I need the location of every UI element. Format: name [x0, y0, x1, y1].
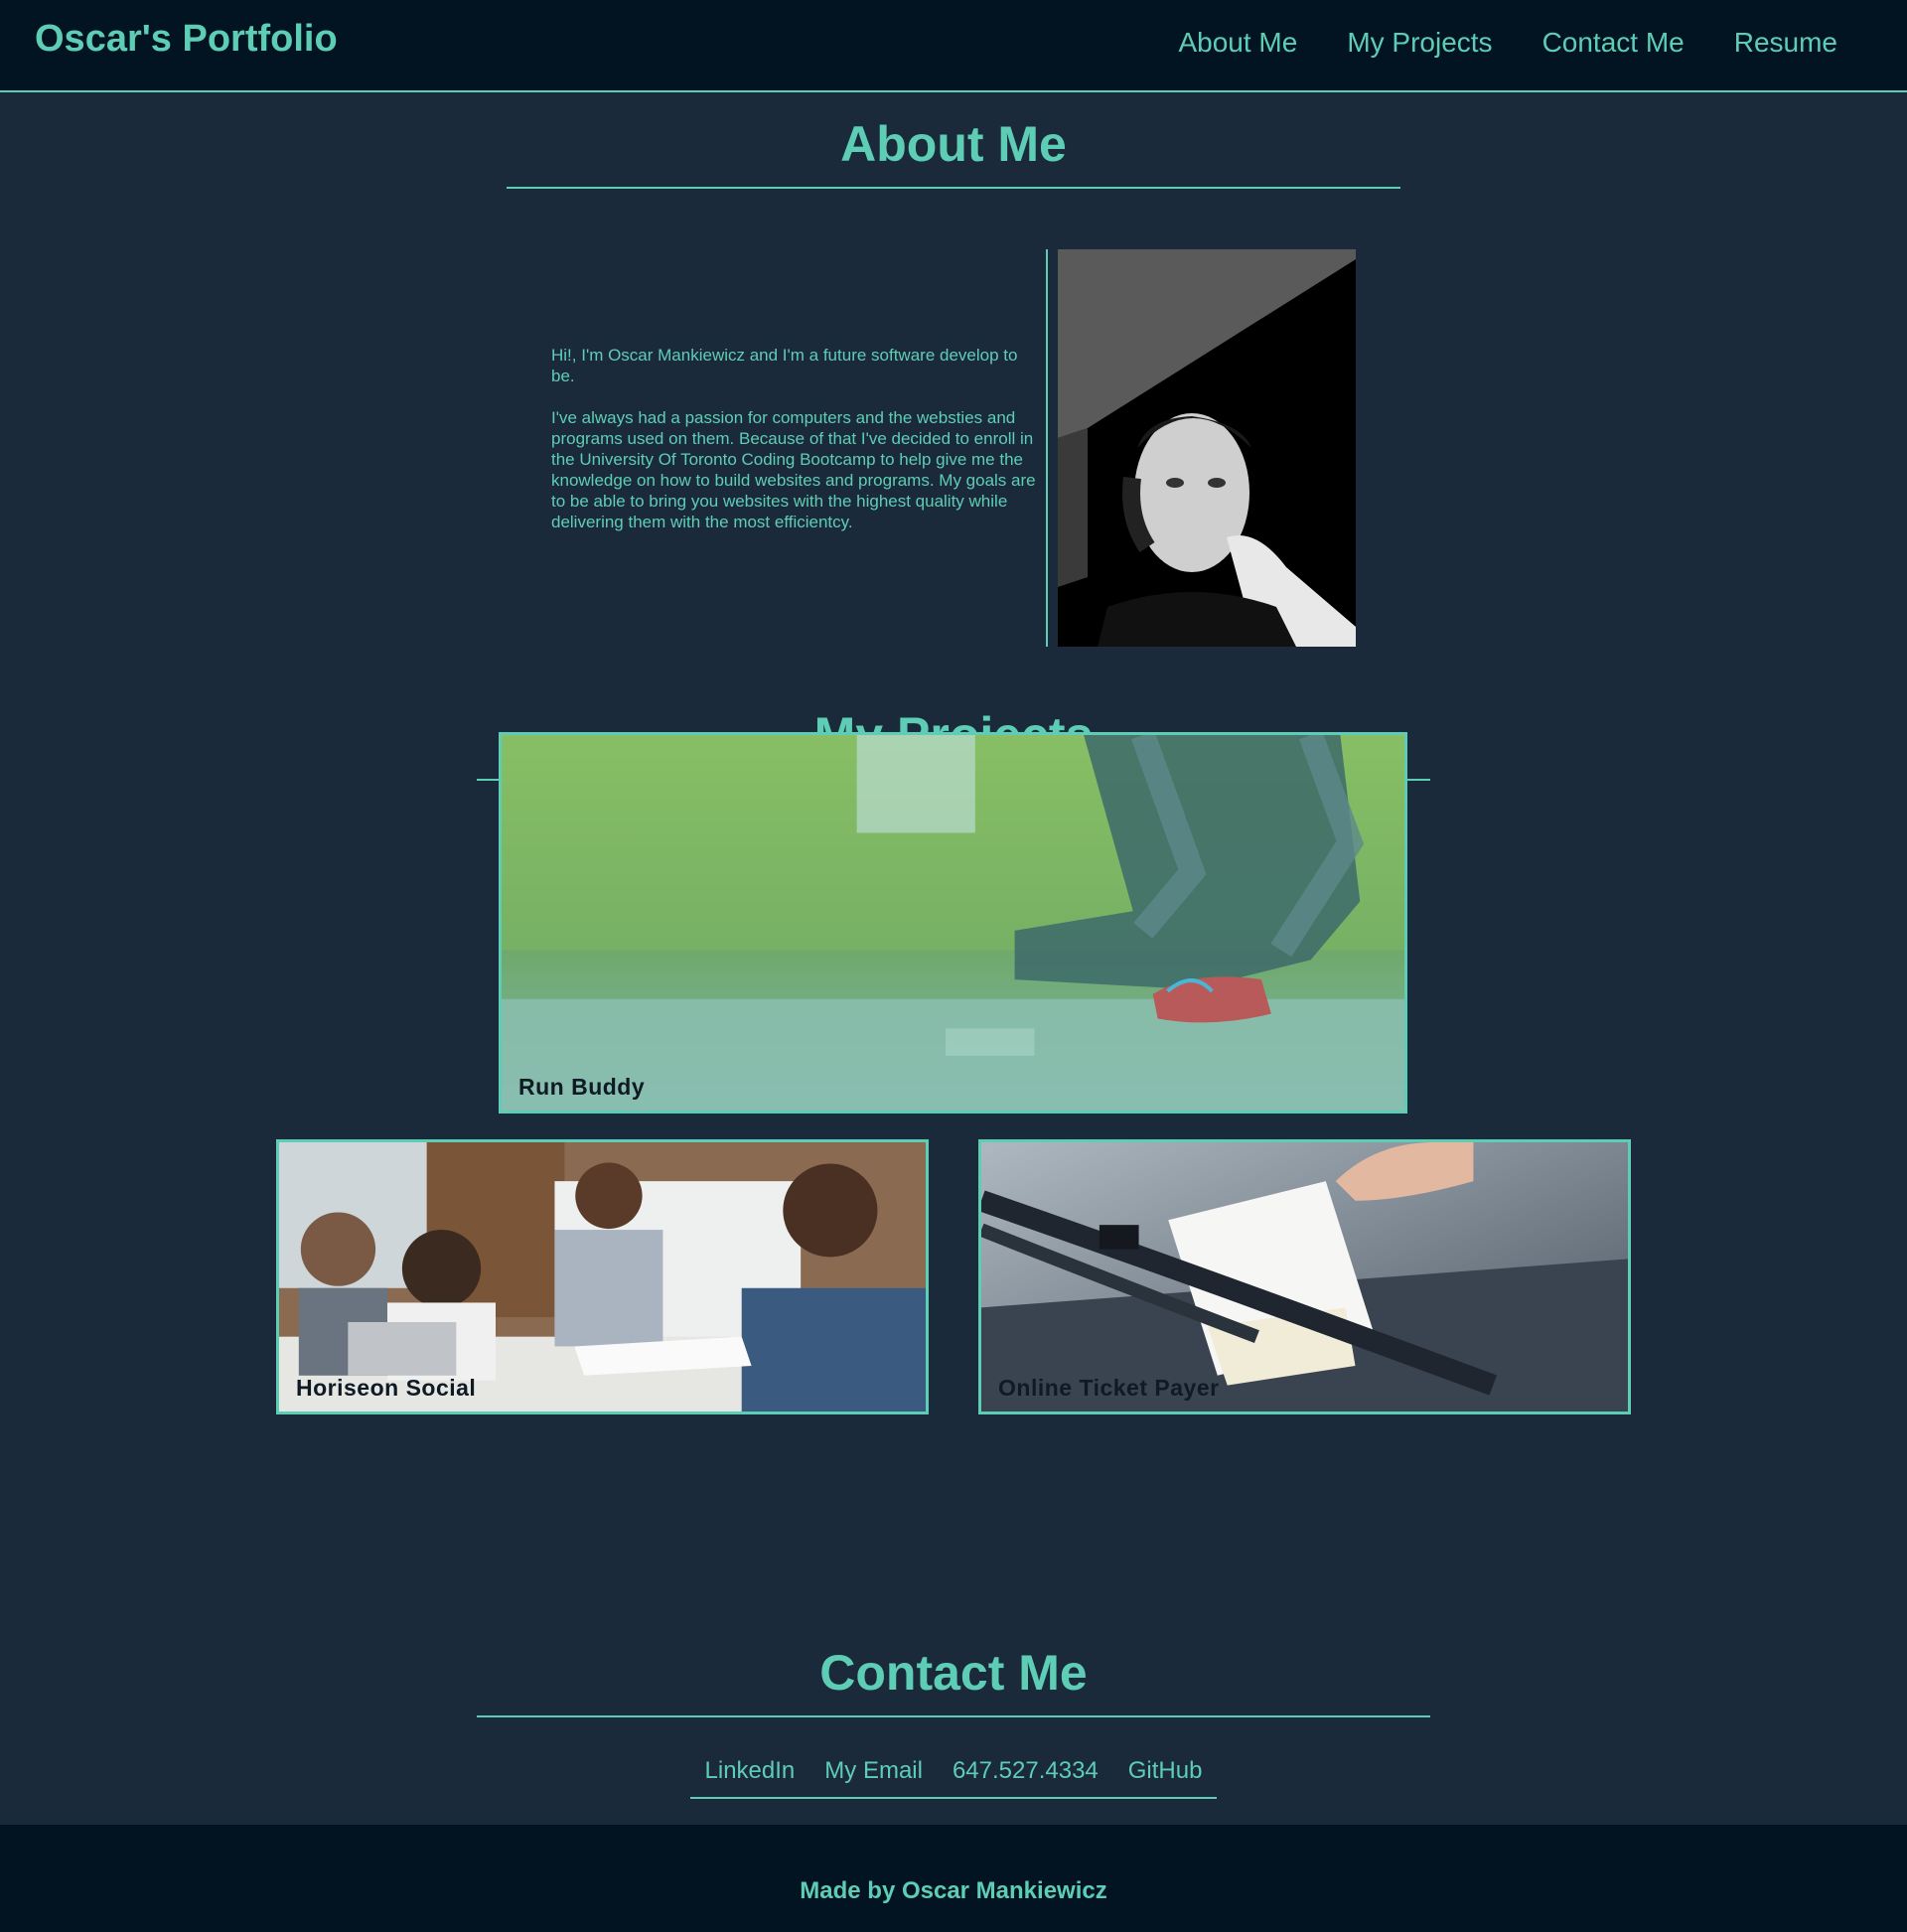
site-footer: Made by Oscar Mankiewicz: [0, 1825, 1907, 1932]
projects-section: My Projects Run Buddy: [0, 707, 1907, 1690]
contact-link-email[interactable]: My Email: [824, 1757, 923, 1785]
about-vertical-divider: [1046, 249, 1048, 647]
site-brand[interactable]: Oscar's Portfolio: [35, 18, 338, 61]
about-title: About Me: [840, 116, 1067, 172]
online-ticket-payer-image: [981, 1142, 1628, 1412]
nav-about-me[interactable]: About Me: [1178, 27, 1297, 59]
contact-section: Contact Me LinkedIn My Email 647.527.433…: [0, 1644, 1907, 1799]
project-label-online-ticket-payer: Online Ticket Payer: [998, 1375, 1220, 1401]
main-nav: About Me My Projects Contact Me Resume: [1178, 27, 1837, 59]
about-paragraph-2: I've always had a passion for computers …: [551, 408, 1036, 531]
project-label-run-buddy: Run Buddy: [518, 1074, 646, 1100]
about-section: About Me Hi!, I'm Oscar Mankiewicz and I…: [0, 92, 1907, 788]
about-paragraph-1: Hi!, I'm Oscar Mankiewicz and I'm a futu…: [551, 346, 1018, 385]
footer-text: Made by Oscar Mankiewicz: [800, 1877, 1107, 1904]
contact-link-linkedin[interactable]: LinkedIn: [705, 1757, 796, 1785]
contact-link-github[interactable]: GitHub: [1128, 1757, 1203, 1785]
project-label-horiseon-social: Horiseon Social: [296, 1375, 477, 1401]
run-buddy-image: [502, 735, 1404, 1111]
horiseon-social-image: [279, 1142, 926, 1412]
contact-links: LinkedIn My Email 647.527.4334 GitHub: [690, 1757, 1217, 1799]
project-card-online-ticket-payer[interactable]: Online Ticket Payer: [978, 1139, 1631, 1414]
nav-my-projects[interactable]: My Projects: [1347, 27, 1492, 59]
nav-contact-me[interactable]: Contact Me: [1542, 27, 1685, 59]
nav-resume[interactable]: Resume: [1734, 27, 1837, 59]
about-text: Hi!, I'm Oscar Mankiewicz and I'm a futu…: [551, 345, 1038, 532]
contact-title: Contact Me: [819, 1645, 1088, 1701]
contact-link-phone[interactable]: 647.527.4334: [953, 1757, 1099, 1785]
about-divider: [507, 187, 1400, 189]
site-header: Oscar's Portfolio About Me My Projects C…: [0, 0, 1907, 92]
project-card-horiseon-social[interactable]: Horiseon Social: [276, 1139, 929, 1414]
contact-divider: [477, 1715, 1430, 1717]
profile-photo: [1058, 249, 1356, 647]
project-card-run-buddy[interactable]: Run Buddy: [499, 732, 1407, 1114]
